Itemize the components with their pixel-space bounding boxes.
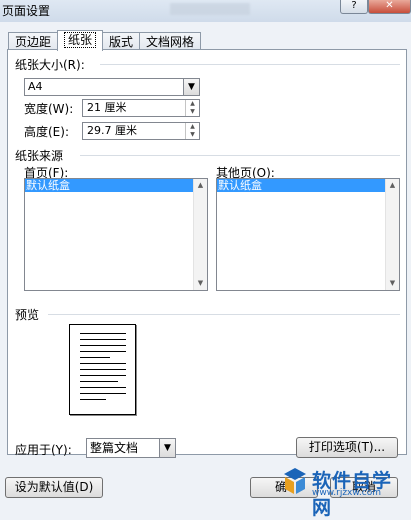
preview-line <box>80 381 118 382</box>
chevron-down-icon[interactable]: ▼ <box>183 79 199 95</box>
width-value: 21 厘米 <box>87 101 127 114</box>
watermark-url: www.rjzxw.com <box>312 488 381 498</box>
title-buttons: ? ✕ <box>340 0 411 14</box>
apply-to-select[interactable]: 整篇文档 ▼ <box>86 438 176 458</box>
height-value: 29.7 厘米 <box>87 124 137 137</box>
spin-arrows-icon[interactable]: ▲ ▼ <box>185 100 199 116</box>
other-pages-list[interactable]: 默认纸盒 ▲ ▼ <box>216 178 400 291</box>
preview-line <box>80 351 126 352</box>
paper-size-select[interactable]: A4 ▼ <box>24 78 200 96</box>
section-divider <box>100 64 400 65</box>
list-item[interactable]: 默认纸盒 <box>25 179 193 192</box>
paper-source-label: 纸张来源 <box>15 149 64 163</box>
preview-line <box>80 339 126 340</box>
spin-arrows-icon[interactable]: ▲ ▼ <box>185 123 199 139</box>
scroll-up-icon[interactable]: ▲ <box>194 179 207 192</box>
chevron-down-icon[interactable]: ▼ <box>159 439 175 457</box>
width-input[interactable]: 21 厘米 ▲ ▼ <box>82 99 200 117</box>
scroll-down-icon[interactable]: ▼ <box>194 277 207 290</box>
scrollbar[interactable]: ▲ ▼ <box>193 179 207 290</box>
paper-size-value: A4 <box>28 80 43 93</box>
close-button[interactable]: ✕ <box>368 0 411 14</box>
set-default-button[interactable]: 设为默认值(D) <box>5 477 103 498</box>
tab-paper[interactable]: 纸张 <box>57 30 104 51</box>
print-options-label: 打印选项(T)... <box>308 440 386 454</box>
preview-line <box>80 399 106 400</box>
scroll-down-icon[interactable]: ▼ <box>386 277 399 290</box>
width-label: 宽度(W): <box>24 102 74 116</box>
preview-line <box>80 393 126 394</box>
window-title: 页面设置 <box>2 4 51 18</box>
preview-line <box>80 357 110 358</box>
first-page-list[interactable]: 默认纸盒 ▲ ▼ <box>24 178 208 291</box>
height-label: 高度(E): <box>24 125 69 139</box>
preview-line <box>80 375 126 376</box>
preview-line <box>80 345 126 346</box>
watermark-logo-icon <box>284 468 306 494</box>
page-preview <box>69 324 136 415</box>
preview-label: 预览 <box>15 308 40 322</box>
apply-to-label: 应用于(Y): <box>15 443 72 457</box>
scroll-up-icon[interactable]: ▲ <box>386 179 399 192</box>
section-divider <box>48 314 400 315</box>
help-button[interactable]: ? <box>340 0 368 14</box>
height-input[interactable]: 29.7 厘米 ▲ ▼ <box>82 122 200 140</box>
set-default-label: 设为默认值(D) <box>14 480 94 494</box>
list-item[interactable]: 默认纸盒 <box>217 179 385 192</box>
tab-paper-label: 纸张 <box>64 32 97 48</box>
preview-line <box>80 333 126 334</box>
section-divider <box>80 155 400 156</box>
apply-to-value: 整篇文档 <box>90 441 139 455</box>
preview-line <box>80 387 126 388</box>
scrollbar[interactable]: ▲ ▼ <box>385 179 399 290</box>
tab-strip: 页边距 纸张 版式 文档网格 <box>8 30 202 51</box>
preview-line <box>80 363 126 364</box>
blurred-title-region <box>170 3 250 15</box>
paper-size-label: 纸张大小(R): <box>15 58 85 72</box>
preview-line <box>80 369 126 370</box>
print-options-button[interactable]: 打印选项(T)... <box>296 437 398 458</box>
